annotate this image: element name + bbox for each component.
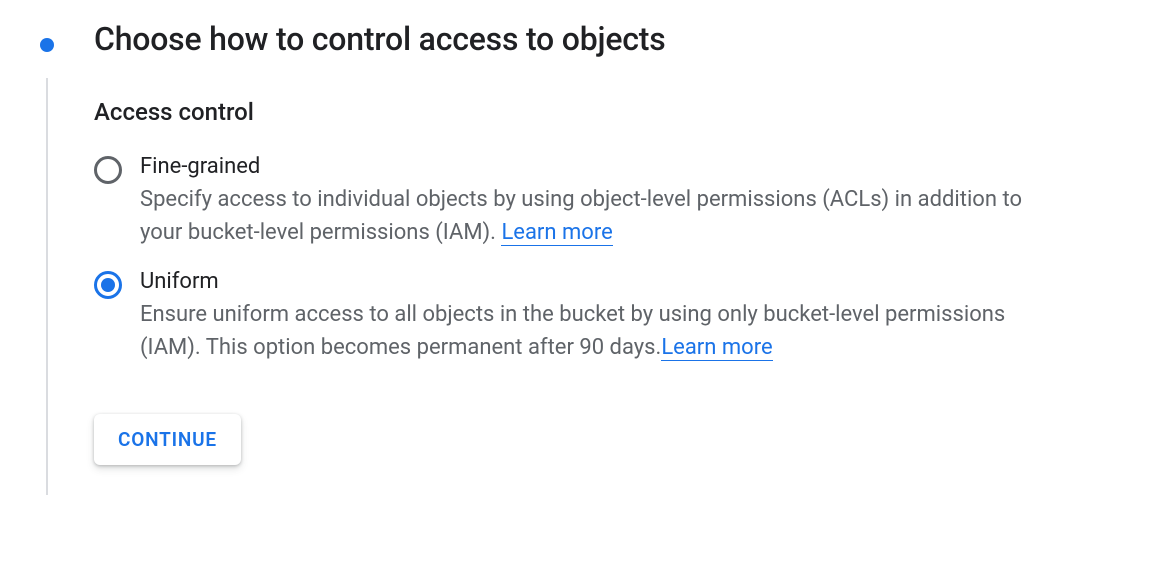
radio-text: Fine-grained Specify access to individua… xyxy=(140,154,1060,249)
radio-description: Specify access to individual objects by … xyxy=(140,187,1022,246)
radio-option-fine-grained[interactable]: Fine-grained Specify access to individua… xyxy=(94,154,1110,249)
step-bullet-icon xyxy=(40,38,54,52)
step-body: Access control Fine-grained Specify acce… xyxy=(46,78,1110,495)
radio-option-uniform[interactable]: Uniform Ensure uniform access to all obj… xyxy=(94,269,1110,364)
learn-more-link[interactable]: Learn more xyxy=(661,335,772,361)
continue-button[interactable]: CONTINUE xyxy=(94,414,241,465)
radio-label: Fine-grained xyxy=(140,154,1060,179)
radio-text: Uniform Ensure uniform access to all obj… xyxy=(140,269,1060,364)
radio-description: Ensure uniform access to all objects in … xyxy=(140,302,1005,361)
learn-more-link[interactable]: Learn more xyxy=(501,220,612,246)
radio-icon-selected xyxy=(94,271,122,299)
step-container: Choose how to control access to objects … xyxy=(40,20,1110,495)
step-title: Choose how to control access to objects xyxy=(94,20,1110,58)
step-content: Choose how to control access to objects … xyxy=(94,20,1110,495)
radio-description-text: Ensure uniform access to all objects in … xyxy=(140,302,1005,360)
radio-icon xyxy=(94,156,122,184)
radio-label: Uniform xyxy=(140,269,1060,294)
access-control-radio-group: Fine-grained Specify access to individua… xyxy=(94,154,1110,364)
section-title: Access control xyxy=(94,98,1110,126)
